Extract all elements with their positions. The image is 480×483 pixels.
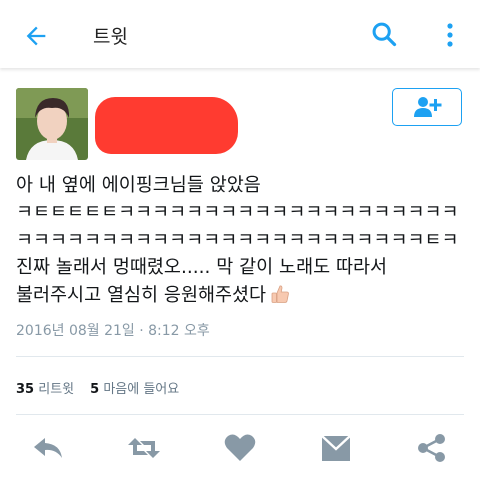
redacted-username bbox=[95, 97, 238, 154]
search-icon[interactable] bbox=[370, 20, 398, 48]
divider bbox=[16, 356, 464, 357]
thumbs-up-emoji bbox=[271, 285, 289, 303]
tweet-line: 아 내 옆에 에이핑크님들 앉았음 bbox=[16, 175, 261, 196]
tweet-line: ㅋㅋㅋㅋㅋㅋㅋㅋㅋㅋㅋㅋㅋㅋㅋㅋㅋㅋㅋㅋㅋㅋㅋㅋㅌㅋ bbox=[16, 229, 459, 251]
divider bbox=[16, 414, 464, 415]
retweet-icon[interactable] bbox=[126, 430, 162, 466]
tweet-line: 불러주시고 열심히 응원해주셨다 bbox=[16, 284, 267, 306]
action-bar bbox=[0, 430, 480, 470]
message-icon[interactable] bbox=[318, 430, 354, 466]
follow-user-icon bbox=[414, 97, 442, 117]
heart-icon[interactable] bbox=[222, 430, 258, 466]
tweet-line: ㅋㅌㅌㅌㅌㅌㅋㅋㅋㅋㅋㅋㅋㅋㅋㅋㅋㅋㅋㅋㅋㅋㅋㅋㅋㅋ bbox=[16, 202, 459, 224]
like-label[interactable]: 마음에 들어요 bbox=[103, 382, 179, 397]
tweet-line-with-emoji: 불러주시고 열심히 응원해주셨다 bbox=[16, 282, 476, 309]
more-vertical-icon[interactable] bbox=[440, 20, 460, 50]
tweet-text: 아 내 옆에 에이핑크님들 앉았음 ㅋㅌㅌㅌㅌㅌㅋㅋㅋㅋㅋㅋㅋㅋㅋㅋㅋㅋㅋㅋㅋㅋ… bbox=[16, 172, 476, 309]
share-icon[interactable] bbox=[414, 430, 450, 466]
tweet-line: 진짜 놀래서 멍때렸오..... 막 같이 노래도 따라서 bbox=[16, 257, 388, 279]
tweet-stats: 35 리트윗 5 마음에 들어요 bbox=[16, 378, 179, 397]
like-count[interactable]: 5 bbox=[90, 382, 99, 397]
retweet-label[interactable]: 리트윗 bbox=[38, 382, 74, 397]
tweet-timestamp: 2016년 08월 21일 · 8:12 오후 bbox=[16, 323, 210, 339]
follow-button[interactable] bbox=[392, 88, 462, 126]
app-bar: 트윗 bbox=[0, 0, 480, 68]
back-arrow-icon[interactable] bbox=[22, 22, 50, 50]
page-title: 트윗 bbox=[93, 26, 128, 48]
retweet-count[interactable]: 35 bbox=[16, 382, 34, 397]
avatar[interactable] bbox=[16, 88, 88, 160]
reply-icon[interactable] bbox=[30, 430, 66, 466]
